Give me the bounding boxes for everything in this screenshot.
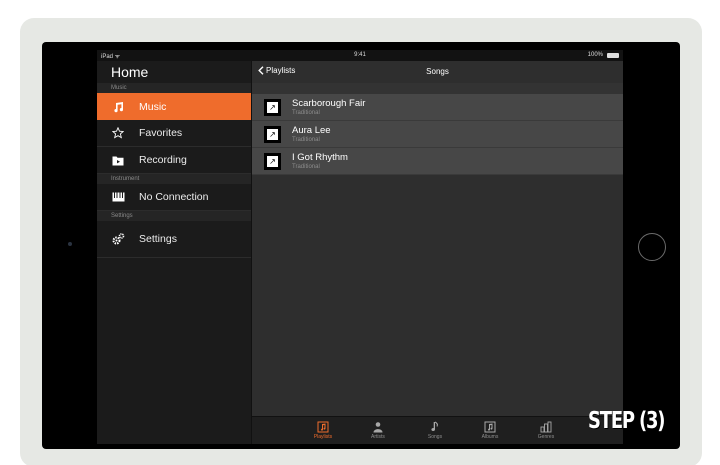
songs-panel: Playlists Songs ↗ Scarborough Fair Tradi…: [252, 61, 623, 444]
section-header-instrument: Instrument: [97, 174, 251, 184]
sidebar-item-recording[interactable]: Recording: [97, 147, 251, 174]
song-title: Scarborough Fair: [292, 97, 366, 109]
song-title: Aura Lee: [292, 124, 331, 136]
albums-icon: [484, 421, 496, 433]
tab-playlists[interactable]: Playlists: [303, 421, 343, 440]
song-thumbnail-icon: ↗: [264, 98, 281, 116]
section-header-settings: Settings: [97, 211, 251, 221]
song-row[interactable]: ↗ Aura Lee Traditional: [252, 121, 623, 148]
battery-percent: 100%: [587, 52, 603, 58]
battery-icon: [607, 53, 619, 58]
step-label: STEP (3): [588, 408, 665, 434]
sidebar-item-label: Favorites: [139, 127, 183, 139]
app-screen: iPad ᯤ 9:41 100% Home Music Music Favori…: [97, 50, 623, 444]
playlists-icon: [317, 421, 329, 433]
sidebar-item-label: Music: [139, 100, 167, 113]
song-row[interactable]: ↗ Scarborough Fair Traditional: [252, 94, 623, 121]
music-note-icon: [97, 101, 139, 113]
home-button[interactable]: [638, 233, 666, 261]
tab-artists[interactable]: Artists: [358, 421, 398, 440]
tab-label: Albums: [481, 434, 499, 440]
tab-label: Playlists: [313, 434, 333, 440]
star-icon: [97, 127, 139, 139]
section-header-music: Music: [97, 83, 251, 93]
artists-icon: [373, 422, 383, 433]
song-artist: Traditional: [292, 163, 320, 170]
sidebar-item-no-connection[interactable]: No Connection: [97, 184, 251, 211]
song-thumbnail-icon: ↗: [264, 152, 281, 170]
sidebar-title: Home: [111, 64, 149, 80]
folder-record-icon: [97, 155, 139, 166]
sidebar-item-label: No Connection: [139, 191, 209, 203]
song-artist: Traditional: [292, 136, 320, 143]
sidebar-item-music[interactable]: Music: [97, 93, 251, 120]
song-row[interactable]: ↗ I Got Rhythm Traditional: [252, 148, 623, 175]
tab-genres[interactable]: Genres: [526, 421, 566, 440]
sidebar-item-label: Recording: [139, 154, 187, 166]
status-bar: iPad ᯤ 9:41 100%: [97, 50, 623, 61]
song-thumbnail-icon: ↗: [264, 125, 281, 143]
tab-label: Genres: [537, 434, 555, 440]
sidebar-item-label: Settings: [139, 233, 177, 245]
camera-dot: [68, 242, 72, 246]
tab-label: Songs: [427, 434, 443, 440]
clock: 9:41: [354, 52, 366, 58]
song-title: I Got Rhythm: [292, 151, 348, 163]
keyboard-icon: [97, 192, 139, 202]
navigation-bar: Playlists Songs: [252, 61, 623, 83]
genres-icon: [540, 421, 552, 433]
sidebar-item-settings[interactable]: Settings: [97, 221, 251, 258]
tab-bar: Playlists Artists Songs Albums Genres: [252, 416, 623, 444]
page-title: Songs: [426, 67, 449, 76]
tab-albums[interactable]: Albums: [470, 421, 510, 440]
tab-label: Artists: [371, 434, 385, 440]
gears-icon: [97, 233, 139, 245]
tab-songs[interactable]: Songs: [415, 421, 455, 440]
songs-icon: [431, 421, 438, 432]
song-artist: Traditional: [292, 109, 320, 116]
sidebar-item-favorites[interactable]: Favorites: [97, 120, 251, 147]
sidebar: Home Music Music Favorites Recording Ins…: [97, 61, 252, 444]
list-header-gap: [252, 83, 623, 94]
